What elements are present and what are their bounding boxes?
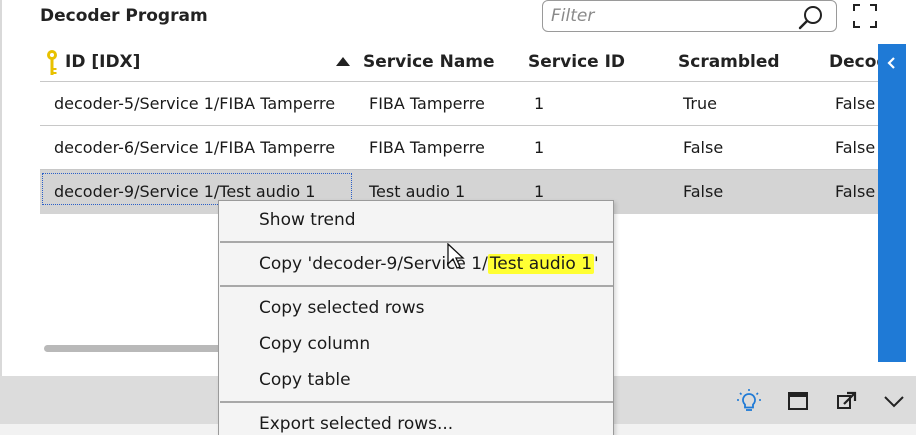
table-header: ID [IDX] Service Name Service ID Scrambl…: [40, 44, 878, 82]
cell-service-name: FIBA Tamperre: [369, 94, 485, 113]
table-row[interactable]: decoder-5/Service 1/FIBA Tamperre FIBA T…: [40, 82, 878, 126]
cell-service-id: 1: [534, 182, 545, 201]
cell-scrambled: False: [683, 138, 724, 157]
panel-title: Decoder Program: [40, 6, 208, 26]
cell-id: decoder-9/Service 1/Test audio 1: [54, 182, 316, 201]
column-header-id[interactable]: ID [IDX]: [65, 52, 140, 72]
popout-icon[interactable]: [834, 388, 860, 414]
cell-id: decoder-5/Service 1/FIBA Tamperre: [54, 94, 336, 113]
menu-item-copy-value[interactable]: Copy 'decoder-9/Service 1/Test audio 1 ': [259, 254, 599, 274]
column-header-scrambled[interactable]: Scrambled: [678, 52, 780, 72]
cell-decoded: False: [835, 182, 876, 201]
copy-value-suffix: ': [594, 254, 599, 274]
menu-item-show-trend[interactable]: Show trend: [259, 210, 356, 230]
cell-decoded: False: [835, 138, 876, 157]
column-header-decoded[interactable]: Decod: [829, 52, 878, 72]
menu-item-export-selected-rows[interactable]: Export selected rows...: [259, 414, 453, 434]
filter-input[interactable]: [551, 4, 791, 28]
context-menu: Show trend Copy 'decoder-9/Service 1/Tes…: [218, 200, 614, 435]
cell-scrambled: True: [683, 94, 717, 113]
menu-item-copy-table[interactable]: Copy table: [259, 370, 351, 390]
cell-service-name: Test audio 1: [369, 182, 466, 201]
horizontal-scrollbar[interactable]: [44, 345, 244, 352]
menu-separator: [220, 285, 613, 287]
filter-box[interactable]: [542, 0, 837, 32]
chevron-down-icon[interactable]: [881, 388, 907, 414]
cell-scrambled: False: [683, 182, 724, 201]
menu-separator: [220, 401, 613, 403]
cell-id: decoder-6/Service 1/FIBA Tamperre: [54, 138, 336, 157]
copy-value-highlight: Test audio 1: [487, 254, 595, 274]
lightbulb-icon[interactable]: [736, 388, 762, 414]
column-header-service-id[interactable]: Service ID: [528, 52, 625, 72]
fullscreen-icon[interactable]: [850, 2, 880, 30]
chevron-left-icon[interactable]: [886, 56, 898, 70]
maximize-window-icon[interactable]: [785, 388, 811, 414]
cell-decoded: False: [835, 94, 876, 113]
cell-service-id: 1: [534, 138, 545, 157]
menu-separator: [220, 241, 613, 243]
sort-ascending-icon[interactable]: [335, 56, 351, 68]
menu-item-copy-selected-rows[interactable]: Copy selected rows: [259, 298, 424, 318]
column-header-service-name[interactable]: Service Name: [363, 52, 495, 72]
mouse-cursor-icon: [447, 243, 465, 269]
cell-service-id: 1: [534, 94, 545, 113]
search-icon[interactable]: [796, 3, 826, 31]
cell-service-name: FIBA Tamperre: [369, 138, 485, 157]
key-icon: [47, 50, 57, 75]
menu-item-copy-column[interactable]: Copy column: [259, 334, 370, 354]
side-panel-toggle[interactable]: [878, 44, 906, 362]
table-row[interactable]: decoder-6/Service 1/FIBA Tamperre FIBA T…: [40, 126, 878, 170]
